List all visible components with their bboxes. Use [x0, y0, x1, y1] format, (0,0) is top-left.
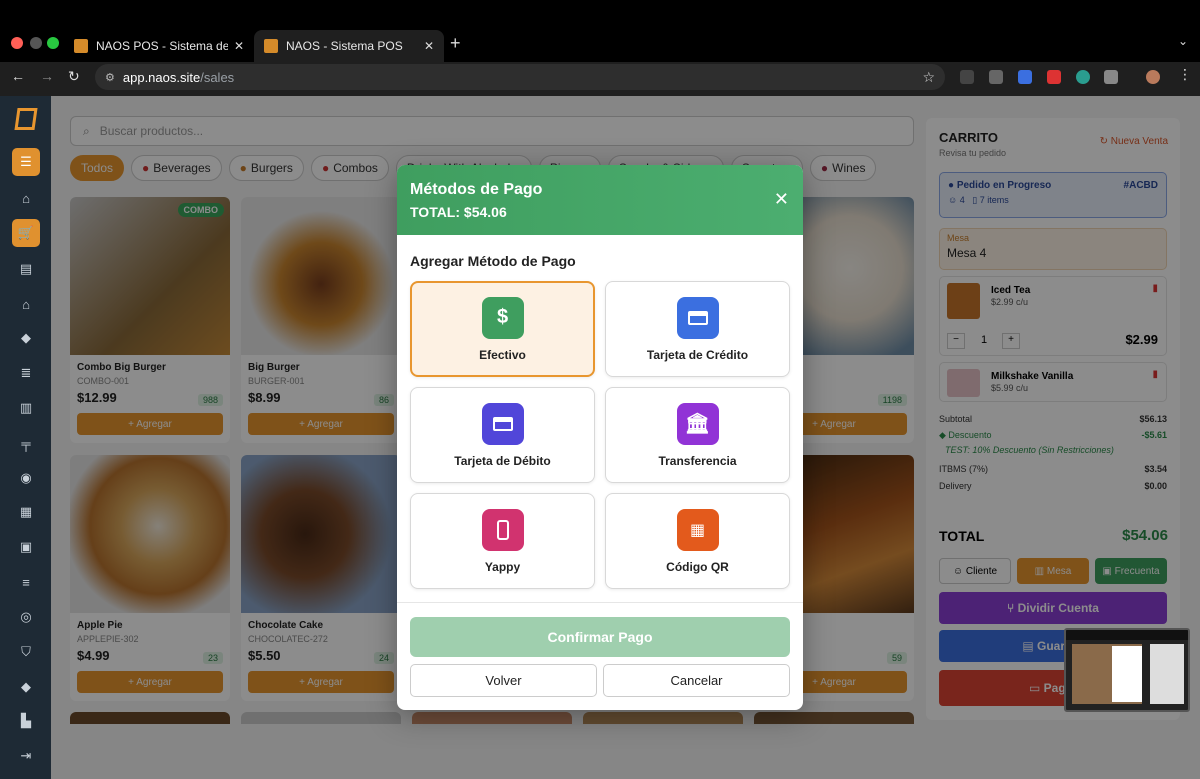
address-bar[interactable]: ⚙ app.naos.site/sales ☆ — [95, 64, 945, 90]
qr-code-icon: ▦ — [676, 508, 719, 551]
method-credit-card[interactable]: Tarjeta de Crédito — [605, 281, 790, 377]
sales-cart-icon[interactable]: 🛒 — [12, 219, 40, 247]
back-icon[interactable]: ← — [11, 68, 25, 84]
cancel-button[interactable]: Cancelar — [603, 664, 790, 697]
close-window-button[interactable] — [11, 37, 23, 49]
building-icon[interactable]: ▙ — [12, 711, 40, 731]
payment-methods-modal: Métodos de Pago TOTAL: $54.06 ✕ Agregar … — [397, 165, 803, 710]
list-icon[interactable]: ≣ — [12, 363, 40, 383]
naos-favicon-icon — [264, 39, 278, 53]
browser-chrome: NAOS POS - Sistema de Punto de Venta ✕ N… — [0, 0, 1200, 96]
confirm-payment-button[interactable]: Confirmar Pago — [410, 617, 790, 657]
url-host: app.naos.site — [122, 69, 201, 85]
site-info-icon[interactable]: ⚙ — [105, 71, 115, 84]
maximize-window-button[interactable] — [47, 37, 59, 49]
thumb-bar — [1066, 630, 1188, 640]
phone-icon — [481, 508, 524, 551]
method-yappy[interactable]: Yappy — [410, 493, 595, 589]
modal-header: Métodos de Pago TOTAL: $54.06 ✕ — [397, 165, 803, 235]
credit-card-icon — [676, 296, 719, 339]
staff-icon[interactable]: ◎ — [12, 607, 40, 627]
translate-extension-icon[interactable] — [1018, 70, 1032, 84]
method-label: Efectivo — [479, 347, 526, 362]
method-label: Transferencia — [658, 453, 737, 468]
method-label: Tarjeta de Débito — [454, 453, 551, 468]
tp-extension-icon[interactable] — [1047, 70, 1061, 84]
naos-logo — [14, 108, 38, 130]
method-label: Código QR — [666, 559, 729, 574]
method-debit-card[interactable]: Tarjeta de Débito — [410, 387, 595, 483]
method-transfer[interactable]: 🏛 Transferencia — [605, 387, 790, 483]
back-button[interactable]: Volver — [410, 664, 597, 697]
close-tab-icon[interactable]: ✕ — [424, 39, 434, 53]
modal-title: Métodos de Pago — [410, 181, 543, 198]
discount-tag-icon[interactable]: ◆ — [12, 677, 40, 697]
sidebar: ☰ ⌂ 🛒 ▤ ⌂ ◆ ≣ ▥ ╤ ◉ ▦ ▣ ≡ ◎ ⛉ ◆ ▙ ⇥ — [0, 96, 51, 779]
new-tab-icon[interactable]: + — [450, 33, 461, 54]
store-icon[interactable]: ▥ — [12, 398, 40, 418]
bookmark-star-icon[interactable]: ☆ — [922, 69, 935, 86]
modal-footer: Confirmar Pago Volver Cancelar — [397, 602, 803, 710]
eyedropper-extension-icon[interactable] — [960, 70, 974, 84]
forward-icon[interactable]: → — [40, 68, 54, 84]
tab-search-icon[interactable]: ⌄ — [1178, 34, 1188, 48]
minimize-window-button[interactable] — [30, 37, 42, 49]
reports-icon[interactable]: ▦ — [12, 502, 40, 522]
browser-tab-2[interactable]: NAOS - Sistema POS ✕ — [254, 30, 444, 62]
naos-favicon-icon — [74, 39, 88, 53]
payment-method-grid: $ Efectivo Tarjeta de Crédito Tarjeta de… — [410, 281, 790, 589]
method-label: Tarjeta de Crédito — [646, 347, 749, 362]
shield-icon[interactable]: ⛉ — [12, 642, 40, 662]
close-icon[interactable]: ✕ — [774, 189, 789, 210]
tag-icon[interactable]: ◆ — [12, 328, 40, 348]
debit-card-icon — [481, 402, 524, 445]
bank-icon: 🏛 — [676, 402, 719, 445]
profile-avatar[interactable] — [1146, 70, 1160, 84]
add-method-heading: Agregar Método de Pago — [410, 253, 576, 269]
document-icon[interactable]: ≡ — [12, 572, 40, 592]
home-icon[interactable]: ⌂ — [12, 188, 40, 208]
tab-strip: NAOS POS - Sistema de Punto de Venta ✕ N… — [0, 0, 1200, 62]
extensions-puzzle-icon[interactable] — [1104, 70, 1118, 84]
users-icon[interactable]: ◉ — [12, 468, 40, 488]
thumb-modal — [1112, 646, 1142, 702]
printer-icon[interactable]: ▣ — [12, 537, 40, 557]
screenshot-thumbnail[interactable] — [1064, 628, 1190, 712]
url-path: /sales — [200, 69, 235, 85]
menu-toggle-icon[interactable]: ☰ — [12, 148, 40, 176]
dollar-icon: $ — [481, 296, 524, 339]
tab-title: NAOS - Sistema POS — [286, 39, 403, 53]
warehouse-icon[interactable]: ⌂ — [12, 294, 40, 314]
inventory-icon[interactable]: ▤ — [12, 259, 40, 279]
react-extension-icon[interactable] — [1076, 70, 1090, 84]
method-cash[interactable]: $ Efectivo — [410, 281, 595, 377]
method-qr[interactable]: ▦ Código QR — [605, 493, 790, 589]
table-icon[interactable]: ╤ — [12, 433, 40, 453]
tab-title: NAOS POS - Sistema de Punto de Venta — [96, 39, 228, 53]
card-extension-icon[interactable] — [989, 70, 1003, 84]
browser-tab-1[interactable]: NAOS POS - Sistema de Punto de Venta ✕ — [64, 30, 254, 62]
thumb-cart — [1150, 644, 1184, 704]
reload-icon[interactable]: ↻ — [68, 68, 80, 85]
logout-icon[interactable]: ⇥ — [12, 746, 40, 766]
browser-menu-icon[interactable]: ⋮ — [1178, 66, 1192, 83]
modal-total: TOTAL: $54.06 — [410, 204, 507, 220]
method-label: Yappy — [484, 559, 521, 574]
close-tab-icon[interactable]: ✕ — [234, 39, 244, 53]
